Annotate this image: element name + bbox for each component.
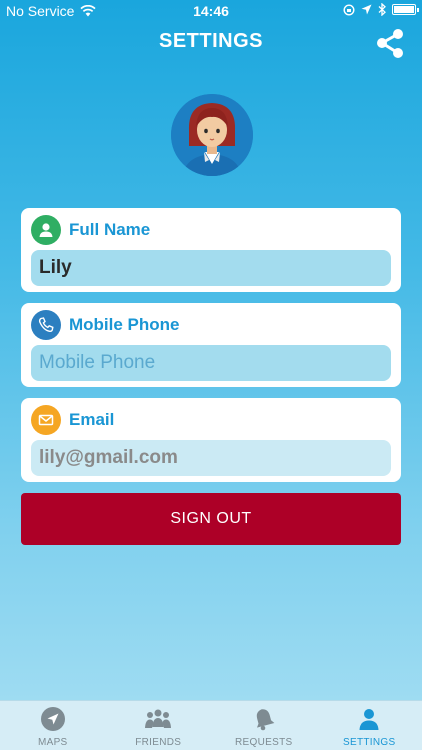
rotation-lock-icon xyxy=(343,3,355,16)
person-icon xyxy=(31,215,61,245)
tab-friends-label: FRIENDS xyxy=(135,737,182,748)
share-icon xyxy=(377,29,403,58)
mail-icon xyxy=(31,405,61,435)
tab-requests[interactable]: REQUESTS xyxy=(211,701,317,750)
mobile-phone-label: Mobile Phone xyxy=(69,315,180,334)
sign-out-button[interactable]: SIGN OUT xyxy=(21,493,401,545)
tab-settings-label: SETTINGS xyxy=(343,737,396,748)
page-title: SETTINGS xyxy=(158,30,263,52)
battery-icon xyxy=(392,4,419,15)
avatar[interactable] xyxy=(171,94,253,176)
status-bar: No Service 14:46 xyxy=(0,0,422,22)
group-icon xyxy=(144,705,172,733)
tab-maps-label: MAPS xyxy=(37,737,68,748)
full-name-label: Full Name xyxy=(69,220,151,239)
tab-bar: MAPS FRIENDS REQUESTS SETTINGS xyxy=(0,700,422,750)
bell-icon xyxy=(250,705,278,733)
location-icon xyxy=(361,4,372,15)
navigation-arrow-icon xyxy=(39,705,67,733)
tab-requests-label: REQUESTS xyxy=(235,737,293,748)
email-input[interactable] xyxy=(31,440,391,476)
user-avatar-icon xyxy=(171,94,253,176)
email-label: Email xyxy=(69,410,115,429)
tab-maps[interactable]: MAPS xyxy=(0,701,106,750)
full-name-input[interactable] xyxy=(31,250,391,286)
mobile-phone-input[interactable] xyxy=(31,345,391,381)
person-icon xyxy=(355,705,383,733)
tab-settings[interactable]: SETTINGS xyxy=(317,701,422,750)
bluetooth-icon xyxy=(378,3,386,16)
tab-friends[interactable]: FRIENDS xyxy=(106,701,212,750)
share-button[interactable] xyxy=(372,26,408,62)
phone-icon xyxy=(31,310,61,340)
mobile-phone-card: Mobile Phone xyxy=(21,303,401,387)
email-card: Email xyxy=(21,398,401,482)
full-name-card: Full Name xyxy=(21,208,401,292)
